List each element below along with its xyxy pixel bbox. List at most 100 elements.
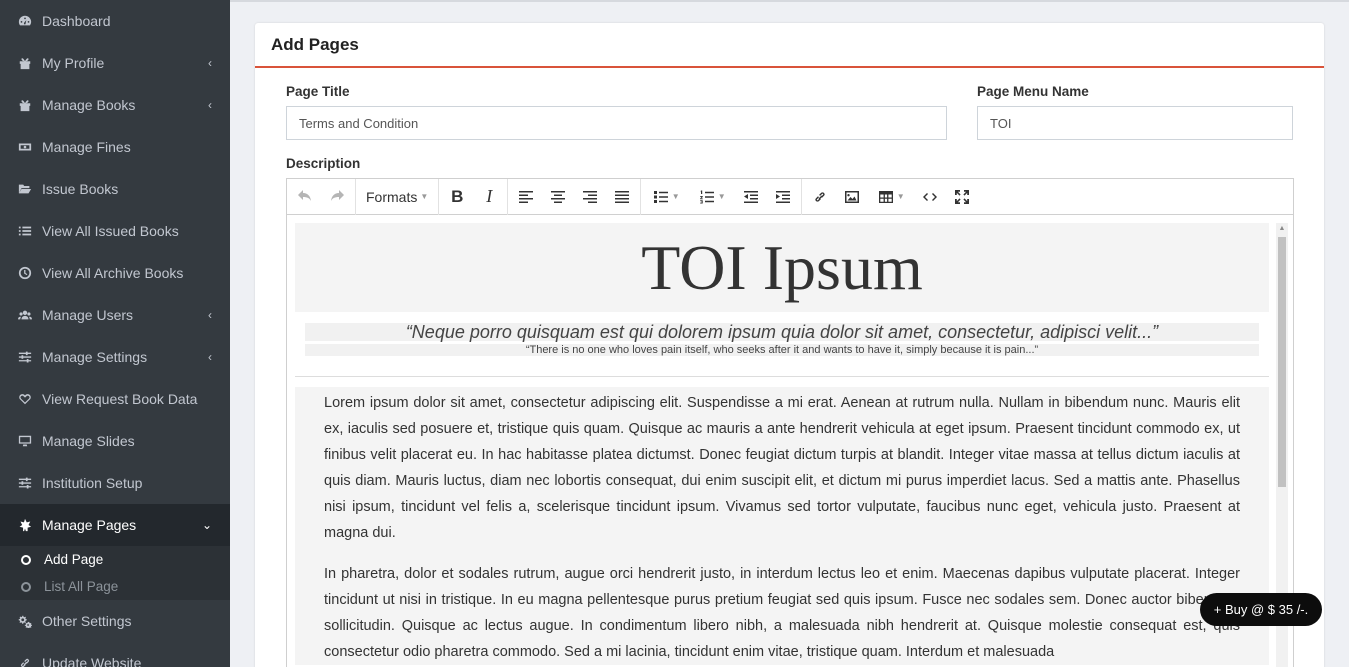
chevron-left-icon: ‹ [208, 308, 212, 322]
editor-toolbar: Formats ▼ B I ▼ ▼ ▼ [287, 179, 1293, 215]
sidebar-item-manage-slides[interactable]: Manage Slides [0, 420, 230, 462]
formats-dropdown[interactable]: Formats ▼ [358, 189, 436, 205]
chevron-left-icon: ‹ [208, 98, 212, 112]
sidebar-item-label: My Profile [42, 55, 105, 71]
sidebar-item-label: Manage Slides [42, 433, 135, 449]
sidebar-item-manage-settings[interactable]: Manage Settings ‹ [0, 336, 230, 378]
sidebar-item-dashboard[interactable]: Dashboard [0, 0, 230, 42]
toolbar-group-text-style: B I [439, 179, 509, 215]
content-paragraph: In pharetra, dolor et sodales rutrum, au… [324, 566, 1240, 660]
sidebar-subitem-list-all-page[interactable]: List All Page [0, 573, 230, 600]
image-icon[interactable] [836, 182, 868, 212]
scroll-up-icon[interactable]: ▲ [1276, 223, 1288, 235]
sidebar-item-label: View Request Book Data [42, 391, 198, 407]
chevron-left-icon: ‹ [208, 350, 212, 364]
cogs-icon [17, 613, 33, 629]
redo-icon[interactable] [321, 182, 353, 212]
italic-icon[interactable]: I [473, 182, 505, 212]
sidebar-item-my-profile[interactable]: My Profile ‹ [0, 42, 230, 84]
sidebar-subitem-add-page[interactable]: Add Page [0, 546, 230, 573]
desktop-icon [17, 433, 33, 449]
rich-text-editor: Formats ▼ B I ▼ ▼ ▼ TOI Ipsum “Neque por… [286, 178, 1294, 667]
list-icon [17, 223, 33, 239]
card-header: Add Pages [255, 23, 1324, 68]
sidebar-item-manage-pages[interactable]: Manage Pages ⌄ [0, 504, 230, 546]
indent-icon[interactable] [767, 182, 799, 212]
caret-down-icon: ▼ [671, 192, 680, 201]
sidebar-item-view-all-archive-books[interactable]: View All Archive Books [0, 252, 230, 294]
sidebar-item-label: View All Issued Books [42, 223, 179, 239]
toolbar-group-align [508, 179, 642, 215]
sidebar-item-label: View All Archive Books [42, 265, 184, 281]
sidebar-item-label: Manage Settings [42, 349, 148, 365]
sidebar-item-label: Update Website [42, 655, 142, 667]
top-border [230, 0, 1349, 2]
table-icon[interactable]: ▼ [868, 182, 914, 212]
sidebar-item-manage-fines[interactable]: Manage Fines [0, 126, 230, 168]
sidebar-item-institution-setup[interactable]: Institution Setup [0, 462, 230, 504]
sidebar-subitem-label: Add Page [44, 552, 104, 567]
sidebar-item-label: Other Settings [42, 613, 132, 629]
align-right-icon[interactable] [574, 182, 606, 212]
buy-button[interactable]: + Buy @ $ 35 /-. [1200, 593, 1322, 626]
page-menu-name-input[interactable] [977, 106, 1293, 140]
chevron-left-icon: ‹ [208, 56, 212, 70]
content-body: Lorem ipsum dolor sit amet, consectetur … [295, 387, 1269, 665]
sidebar-item-label: Issue Books [42, 181, 119, 197]
sidebar-item-manage-books[interactable]: Manage Books ‹ [0, 84, 230, 126]
toolbar-group-history [287, 179, 356, 215]
leaf-icon [17, 517, 33, 533]
sidebar-item-other-settings[interactable]: Other Settings [0, 600, 230, 642]
sidebar-item-issue-books[interactable]: Issue Books [0, 168, 230, 210]
gift-icon [17, 97, 33, 113]
sidebar: Dashboard My Profile ‹ Manage Books ‹ Ma… [0, 0, 230, 667]
caret-down-icon: ▼ [420, 192, 429, 201]
caret-down-icon: ▼ [717, 192, 726, 201]
content-quote: “Neque porro quisquam est qui dolorem ip… [305, 323, 1259, 341]
content-paragraph: Lorem ipsum dolor sit amet, consectetur … [324, 395, 1240, 541]
page-title-label: Page Title [286, 84, 350, 99]
dashboard-icon [17, 13, 33, 29]
page-menu-name-label: Page Menu Name [977, 84, 1089, 99]
sliders-icon [17, 349, 33, 365]
toolbar-group-formats: Formats ▼ [356, 179, 440, 215]
sidebar-item-label: Manage Fines [42, 139, 131, 155]
sidebar-item-view-all-issued-books[interactable]: View All Issued Books [0, 210, 230, 252]
content-heading: TOI Ipsum [295, 223, 1269, 312]
outdent-icon[interactable] [735, 182, 767, 212]
bullet-list-icon[interactable]: ▼ [643, 182, 689, 212]
sidebar-item-view-request-book-data[interactable]: View Request Book Data [0, 378, 230, 420]
undo-icon[interactable] [289, 182, 321, 212]
numbered-list-icon[interactable]: ▼ [689, 182, 735, 212]
align-justify-icon[interactable] [606, 182, 638, 212]
content-divider [295, 376, 1269, 377]
scrollbar-thumb[interactable] [1278, 237, 1286, 487]
sliders-icon [17, 475, 33, 491]
editor-content[interactable]: TOI Ipsum “Neque porro quisquam est qui … [295, 223, 1269, 667]
card-title: Add Pages [271, 35, 359, 54]
chevron-down-icon: ⌄ [201, 518, 212, 532]
add-pages-card: Add Pages Page Title Page Menu Name Desc… [255, 23, 1324, 667]
code-icon[interactable] [914, 182, 946, 212]
sidebar-item-manage-users[interactable]: Manage Users ‹ [0, 294, 230, 336]
fullscreen-icon[interactable] [946, 182, 978, 212]
toolbar-group-insert: ▼ [802, 179, 980, 215]
caret-down-icon: ▼ [896, 192, 905, 201]
description-label: Description [286, 156, 361, 171]
content-subquote: “There is no one who loves pain itself, … [305, 344, 1259, 356]
circle-icon [21, 554, 31, 565]
clock-icon [17, 265, 33, 281]
link-icon[interactable] [804, 182, 836, 212]
align-center-icon[interactable] [542, 182, 574, 212]
link-icon [17, 655, 33, 667]
page-title-input[interactable] [286, 106, 947, 140]
sidebar-item-update-website[interactable]: Update Website [0, 642, 230, 667]
formats-label: Formats [366, 188, 418, 205]
circle-icon [21, 581, 31, 592]
sidebar-item-label: Manage Users [42, 307, 134, 323]
sidebar-subitem-label: List All Page [44, 579, 119, 594]
bold-icon[interactable]: B [441, 182, 473, 212]
users-icon [17, 307, 33, 323]
sidebar-item-label: Dashboard [42, 13, 111, 29]
align-left-icon[interactable] [510, 182, 542, 212]
